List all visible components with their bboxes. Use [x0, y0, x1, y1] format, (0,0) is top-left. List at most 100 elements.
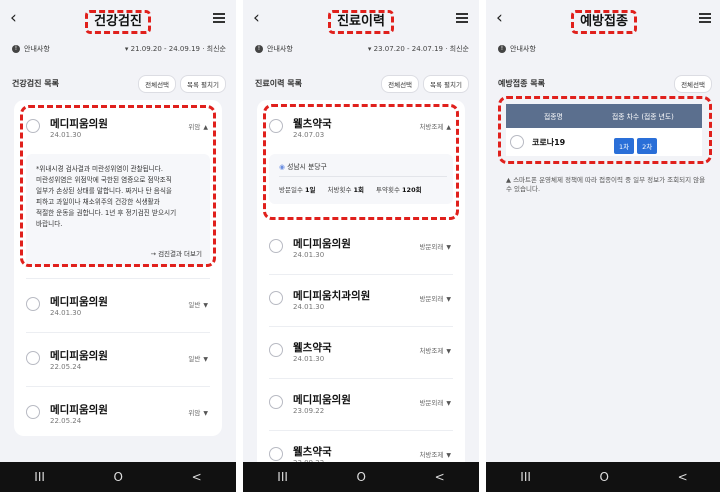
warning-icon: ▲: [506, 176, 511, 184]
divider: [269, 274, 453, 275]
item-name: 메디피움의원: [50, 404, 108, 416]
select-all-button[interactable]: 전체선택: [381, 75, 420, 93]
item-date: 24.01.30: [293, 251, 325, 259]
notice-link[interactable]: ! 안내사항: [12, 44, 50, 54]
item-tag[interactable]: 방문외래 ▼: [419, 397, 451, 407]
list-item[interactable]: 메디피움의원 24.01.30 방문외래 ▼: [257, 224, 465, 276]
item-checkbox[interactable]: [26, 405, 40, 419]
detail-line: 미란성위염은 위점막에 국한된 염증으로 점막조직: [36, 176, 172, 184]
list-item[interactable]: 메디피움의원 22.05.24 위암 ▼: [14, 390, 222, 442]
period-selector[interactable]: ▾ 21.09.20 - 24.09.19 · 최신순: [125, 44, 226, 54]
item-tag[interactable]: 처방조제 ▼: [419, 449, 451, 459]
dose-1-button[interactable]: 1차: [614, 138, 635, 154]
recents-icon[interactable]: III: [520, 470, 531, 484]
detail-line: 바랍니다.: [36, 220, 63, 228]
row-checkbox[interactable]: [510, 135, 524, 149]
vaccine-table-header: 접종명 접종 차수 (접종 년도): [506, 104, 702, 128]
item-date: 22.05.24: [50, 363, 82, 371]
list-actions: 전체선택 목록 펼치기: [381, 75, 469, 93]
item-checkbox[interactable]: [269, 291, 283, 305]
item-tag[interactable]: 위암 ▲: [188, 121, 208, 131]
list-item[interactable]: 웰츠약국 24.01.30 처방조제 ▼: [257, 328, 465, 380]
nav-back-icon[interactable]: <: [435, 470, 445, 484]
item-date: 24.01.30: [293, 303, 325, 311]
stat-doses: 투약횟수 120회: [376, 186, 422, 194]
chevron-down-icon: ▼: [203, 356, 208, 363]
recents-icon[interactable]: III: [277, 470, 288, 484]
item-date: 24.01.30: [293, 355, 325, 363]
item-tag[interactable]: 일반 ▼: [188, 299, 208, 309]
select-all-button[interactable]: 전체선택: [138, 75, 177, 93]
item-date: 24.07.03: [293, 131, 325, 139]
home-icon[interactable]: O: [114, 470, 123, 484]
table-row[interactable]: 코로나19 1차 2차: [506, 128, 702, 156]
item-name: 메디피움의원: [50, 350, 108, 362]
hamburger-menu-icon[interactable]: [456, 13, 468, 23]
expand-list-button[interactable]: 목록 펼치기: [423, 75, 469, 93]
hamburger-menu-icon[interactable]: [213, 13, 225, 23]
list-item[interactable]: 웰츠약국 24.07.03 처방조제 ▲: [257, 104, 465, 156]
item-checkbox[interactable]: [26, 351, 40, 365]
list-item[interactable]: 메디피움의원 24.01.30 위암 ▲: [14, 104, 222, 156]
item-checkbox[interactable]: [26, 119, 40, 133]
detail-text: *위내시경 검사결과 미란성위염이 관찰됩니다. 미란성위염은 위점막에 국한된…: [26, 154, 210, 230]
visit-stats: 방문일수 1일 처방횟수 1회 투약횟수 120회: [279, 184, 422, 194]
item-tag[interactable]: 일반 ▼: [188, 353, 208, 363]
item-checkbox[interactable]: [269, 343, 283, 357]
vaccine-name: 코로나19: [532, 138, 566, 147]
item-date: 23.09.22: [293, 407, 325, 415]
chevron-down-icon: ▼: [446, 452, 451, 459]
expand-list-button[interactable]: 목록 펼치기: [180, 75, 226, 93]
hamburger-menu-icon[interactable]: [699, 13, 711, 23]
item-name: 메디피움의원: [293, 394, 351, 406]
period-selector[interactable]: ▾ 23.07.20 - 24.07.19 · 최신순: [368, 44, 469, 54]
chevron-down-icon: ▼: [446, 400, 451, 407]
top-bar: ‹ 진료이력: [243, 0, 479, 38]
list-item[interactable]: 메디피움의원 23.09.22 방문외래 ▼: [257, 380, 465, 432]
item-checkbox[interactable]: [269, 239, 283, 253]
section-title: 건강검진 목록: [12, 79, 59, 88]
item-checkbox[interactable]: [269, 119, 283, 133]
item-checkbox[interactable]: [26, 297, 40, 311]
chevron-down-icon: ▼: [203, 410, 208, 417]
warning-note: ▲ 스마트폰 운영체제 정책에 따라 접종이력 중 일부 정보가 조회되지 않을…: [506, 176, 706, 193]
item-tag[interactable]: 처방조제 ▼: [419, 345, 451, 355]
dose-2-button[interactable]: 2차: [637, 138, 658, 154]
chevron-up-icon: ▲: [446, 124, 451, 131]
home-icon[interactable]: O: [357, 470, 366, 484]
chevron-down-icon: ▼: [446, 348, 451, 355]
chevron-down-icon: ▼: [446, 244, 451, 251]
item-name: 메디피움의원: [50, 118, 108, 130]
list-item[interactable]: 메디피움치과의원 24.01.30 방문외래 ▼: [257, 276, 465, 328]
info-icon: !: [255, 45, 263, 53]
divider: [269, 430, 453, 431]
item-tag[interactable]: 방문외래 ▼: [419, 241, 451, 251]
item-name: 웰츠약국: [293, 118, 332, 130]
top-bar: ‹ 건강검진: [0, 0, 236, 38]
nav-back-icon[interactable]: <: [678, 470, 688, 484]
item-name: 메디피움의원: [293, 238, 351, 250]
home-icon[interactable]: O: [600, 470, 609, 484]
item-date: 22.05.24: [50, 417, 82, 425]
list-item[interactable]: 메디피움의원 22.05.24 일반 ▼: [14, 336, 222, 388]
treatment-history-screen: ‹ 진료이력 ! 안내사항 ▾ 23.07.20 - 24.07.19 · 최신순…: [243, 0, 479, 492]
notice-link[interactable]: ! 안내사항: [498, 44, 536, 54]
select-all-button[interactable]: 전체선택: [674, 75, 712, 93]
recents-icon[interactable]: III: [34, 470, 45, 484]
list-actions: 전체선택 목록 펼치기: [138, 75, 226, 93]
page-title: 건강검진: [0, 10, 236, 34]
item-checkbox[interactable]: [269, 447, 283, 461]
system-nav-bar: III O <: [486, 462, 720, 492]
page-title: 진료이력: [243, 10, 479, 34]
more-results-link[interactable]: → 검진결과 더보기: [151, 248, 202, 258]
notice-link[interactable]: ! 안내사항: [255, 44, 293, 54]
nav-back-icon[interactable]: <: [192, 470, 202, 484]
checkup-list: 메디피움의원 24.01.30 위암 ▲ *위내시경 검사결과 미란성위염이 관찰…: [14, 100, 222, 436]
item-checkbox[interactable]: [269, 395, 283, 409]
list-item[interactable]: 메디피움의원 24.01.30 일반 ▼: [14, 282, 222, 334]
column-dose: 접종 차수 (접종 년도): [612, 113, 674, 121]
item-tag[interactable]: 위암 ▼: [188, 407, 208, 417]
item-tag[interactable]: 방문외래 ▼: [419, 293, 451, 303]
section-title: 예방접종 목록: [498, 79, 545, 88]
item-tag[interactable]: 처방조제 ▲: [419, 121, 451, 131]
